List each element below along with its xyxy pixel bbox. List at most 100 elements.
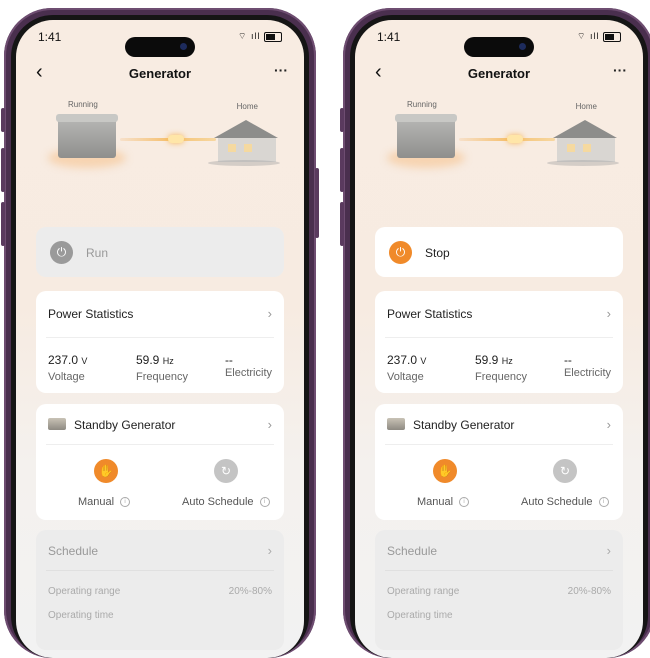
manual-mode-icon[interactable]: ✋ <box>94 459 118 483</box>
operating-range-row: Operating range 20%-80% <box>48 586 272 597</box>
electricity-label: Electricity <box>563 367 611 379</box>
voltage-value: 237.0 <box>48 353 79 367</box>
frequency-unit: Hz <box>501 356 513 366</box>
voltage-label: Voltage <box>48 371 85 383</box>
volume-up-button <box>340 148 344 192</box>
home-label: Home <box>236 102 258 111</box>
manual-mode-icon[interactable]: ✋ <box>433 459 457 483</box>
generator-icon <box>387 418 405 430</box>
power-icon: ⏻ <box>50 241 73 264</box>
house-illustration <box>204 120 284 166</box>
page-title: Generator <box>128 66 192 81</box>
run-label: Run <box>86 246 109 260</box>
frequency-label: Frequency <box>136 371 188 383</box>
divider <box>46 337 274 338</box>
electricity-value: -- <box>563 353 572 367</box>
chevron-right-icon[interactable]: › <box>607 306 611 321</box>
divider <box>46 570 274 571</box>
auto-schedule-icon[interactable]: ↻ <box>553 459 577 483</box>
bezel: 1:41 ⌔ ıll ‹ Generator ··· Running Home … <box>350 15 648 658</box>
screen: 1:41 ⌔ ıll ‹ Generator ··· Running Home … <box>355 20 643 658</box>
stop-label: Stop <box>425 246 450 260</box>
manual-mode-label: Manual i <box>417 496 470 508</box>
generator-icon <box>48 418 66 430</box>
power-side-button <box>315 168 319 238</box>
power-icon: ⏻ <box>389 241 412 264</box>
voltage-stat: 237.0 V Voltage <box>48 353 87 383</box>
volume-down-button <box>1 202 5 246</box>
bezel: 1:41 ⌔ ıll ‹ Generator ··· Running Home … <box>11 15 309 658</box>
power-statistics-title[interactable]: Power Statistics <box>387 307 472 321</box>
divider <box>385 337 613 338</box>
generator-illustration <box>395 114 457 158</box>
nav-bar: ‹ Generator ··· <box>16 61 304 84</box>
auto-schedule-label: Auto Schedule i <box>182 496 270 508</box>
power-statistics-title[interactable]: Power Statistics <box>48 307 133 321</box>
electricity-stat: -- Electricity <box>225 353 272 379</box>
status-bar: 1:41 ⌔ ıll <box>38 30 282 46</box>
schedule-card: Schedule › Operating range 20%-80% Opera… <box>36 530 284 650</box>
operating-range-value: 20%-80% <box>567 586 611 597</box>
run-button[interactable]: ⏻ Run <box>36 227 284 277</box>
battery-icon <box>264 31 282 42</box>
chevron-right-icon[interactable]: › <box>268 306 272 321</box>
status-time: 1:41 <box>377 30 401 44</box>
chevron-right-icon[interactable]: › <box>607 417 611 432</box>
signal-icons: ⌔ ıll <box>577 31 621 42</box>
more-icon[interactable]: ··· <box>613 62 627 78</box>
phone-left: 1:41 ⌔ ıll ‹ Generator ··· Running Home … <box>1 8 319 658</box>
power-statistics-card: Power Statistics › 237.0 V Voltage 59.9 … <box>375 291 623 393</box>
battery-icon <box>603 31 621 42</box>
electricity-label: Electricity <box>224 367 272 379</box>
status-bar: 1:41 ⌔ ıll <box>377 30 621 46</box>
frequency-value: 59.9 <box>475 353 499 367</box>
divider <box>385 570 613 571</box>
running-label: Running <box>68 100 98 109</box>
voltage-label: Voltage <box>387 371 424 383</box>
divider <box>46 444 274 445</box>
generator-illustration <box>56 114 118 158</box>
home-label: Home <box>575 102 597 111</box>
electricity-value: -- <box>224 353 233 367</box>
electricity-stat: -- Electricity <box>564 353 611 379</box>
standby-generator-title[interactable]: Standby Generator <box>74 418 175 432</box>
operating-time-label: Operating time <box>387 610 453 621</box>
more-icon[interactable]: ··· <box>274 62 288 78</box>
volume-up-button <box>1 148 5 192</box>
wifi-signal-icon: ⌔ ıll <box>577 31 600 41</box>
info-icon[interactable]: i <box>259 497 270 508</box>
phone-right: 1:41 ⌔ ıll ‹ Generator ··· Running Home … <box>340 8 650 658</box>
info-icon[interactable]: i <box>598 497 609 508</box>
schedule-title[interactable]: Schedule <box>387 544 437 558</box>
chevron-right-icon[interactable]: › <box>607 543 611 558</box>
manual-mode-label: Manual i <box>78 496 131 508</box>
schedule-title[interactable]: Schedule <box>48 544 98 558</box>
signal-icons: ⌔ ıll <box>238 31 282 42</box>
chevron-right-icon[interactable]: › <box>268 543 272 558</box>
frequency-stat: 59.9 Hz Frequency <box>475 353 527 383</box>
frequency-stat: 59.9 Hz Frequency <box>136 353 188 383</box>
standby-generator-card: Standby Generator › ✋ Manual i ↻ Auto Sch… <box>375 404 623 520</box>
operating-range-value: 20%-80% <box>228 586 272 597</box>
operating-time-row: Operating time <box>48 610 272 621</box>
auto-schedule-icon[interactable]: ↻ <box>214 459 238 483</box>
power-flow-icon <box>507 135 523 143</box>
chevron-right-icon[interactable]: › <box>268 417 272 432</box>
nav-bar: ‹ Generator ··· <box>355 61 643 84</box>
operating-time-row: Operating time <box>387 610 611 621</box>
standby-generator-title[interactable]: Standby Generator <box>413 418 514 432</box>
frequency-label: Frequency <box>475 371 527 383</box>
auto-schedule-label: Auto Schedule i <box>521 496 609 508</box>
frequency-value: 59.9 <box>136 353 160 367</box>
house-illustration <box>543 120 623 166</box>
info-icon[interactable]: i <box>459 497 470 508</box>
standby-generator-card: Standby Generator › ✋ Manual i ↻ Auto Sch… <box>36 404 284 520</box>
page-title: Generator <box>467 66 531 81</box>
schedule-card: Schedule › Operating range 20%-80% Opera… <box>375 530 623 650</box>
operating-range-label: Operating range <box>48 586 121 597</box>
voltage-stat: 237.0 V Voltage <box>387 353 426 383</box>
stop-button[interactable]: ⏻ Stop <box>375 227 623 277</box>
info-icon[interactable]: i <box>120 497 131 508</box>
frequency-unit: Hz <box>162 356 174 366</box>
status-time: 1:41 <box>38 30 62 44</box>
